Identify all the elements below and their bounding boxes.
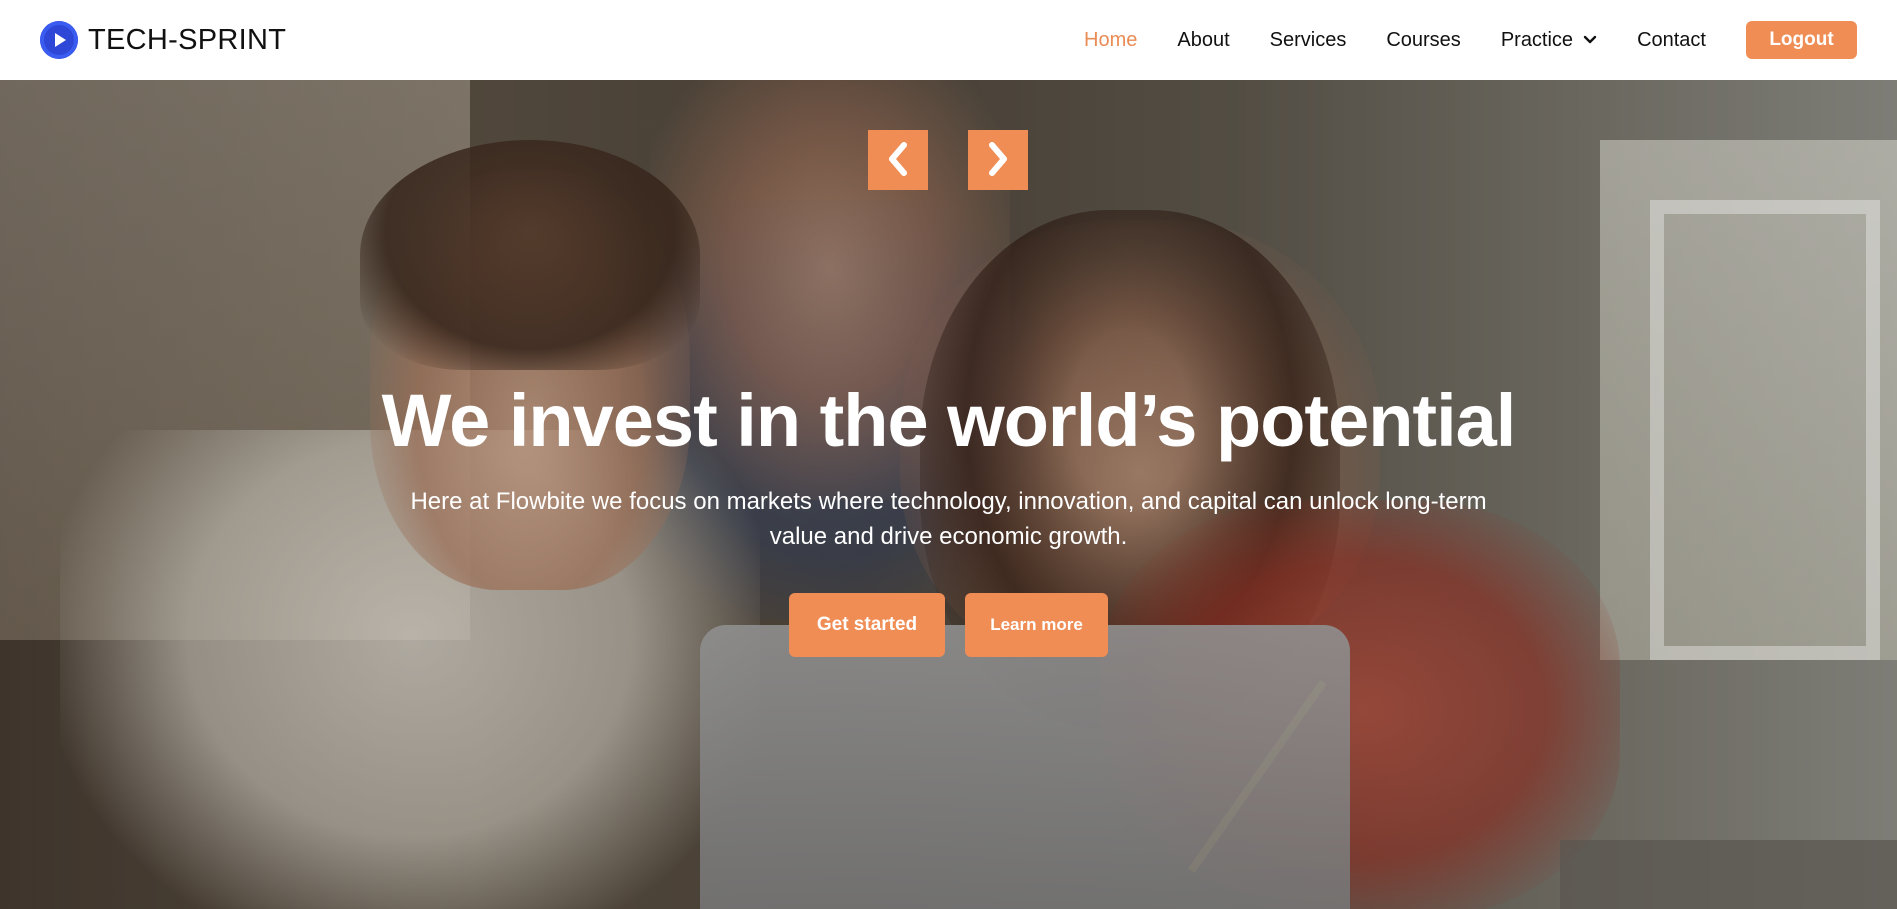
chevron-down-icon (1583, 35, 1597, 45)
nav-link-courses[interactable]: Courses (1386, 29, 1460, 52)
slider-arrows (868, 130, 1028, 190)
carousel-prev-button[interactable] (868, 130, 928, 190)
hero-content: We invest in the world’s potential Here … (0, 380, 1897, 657)
chevron-right-icon (984, 139, 1012, 182)
nav-link-about[interactable]: About (1177, 29, 1229, 52)
nav-link-home[interactable]: Home (1084, 29, 1137, 52)
hero-description: Here at Flowbite we focus on markets whe… (410, 488, 1487, 551)
chevron-left-icon (884, 139, 912, 182)
brand[interactable]: TECH-SPRINT (40, 21, 286, 59)
hero-carousel: We invest in the world’s potential Here … (0, 80, 1897, 909)
nav-links: Home About Services Courses Practice Con… (1084, 29, 1706, 52)
get-started-button[interactable]: Get started (789, 592, 945, 657)
nav-link-contact[interactable]: Contact (1637, 29, 1706, 52)
play-logo-icon (40, 21, 78, 59)
background-person-left-hair (360, 140, 700, 370)
logout-button[interactable]: Logout (1746, 21, 1857, 59)
brand-name: TECH-SPRINT (88, 23, 287, 56)
background-laptop (700, 625, 1350, 909)
hero-buttons: Get started Learn more (0, 592, 1897, 657)
nav-link-practice-label: Practice (1500, 28, 1574, 51)
navbar: TECH-SPRINT Home About Services Courses … (0, 0, 1897, 80)
nav-link-services[interactable]: Services (1270, 29, 1347, 52)
carousel-next-button[interactable] (968, 130, 1028, 190)
hero-title: We invest in the world’s potential (381, 379, 1517, 462)
background-desk (1560, 840, 1897, 909)
learn-more-button[interactable]: Learn more (965, 592, 1108, 657)
nav-link-practice[interactable]: Practice (1501, 29, 1597, 52)
